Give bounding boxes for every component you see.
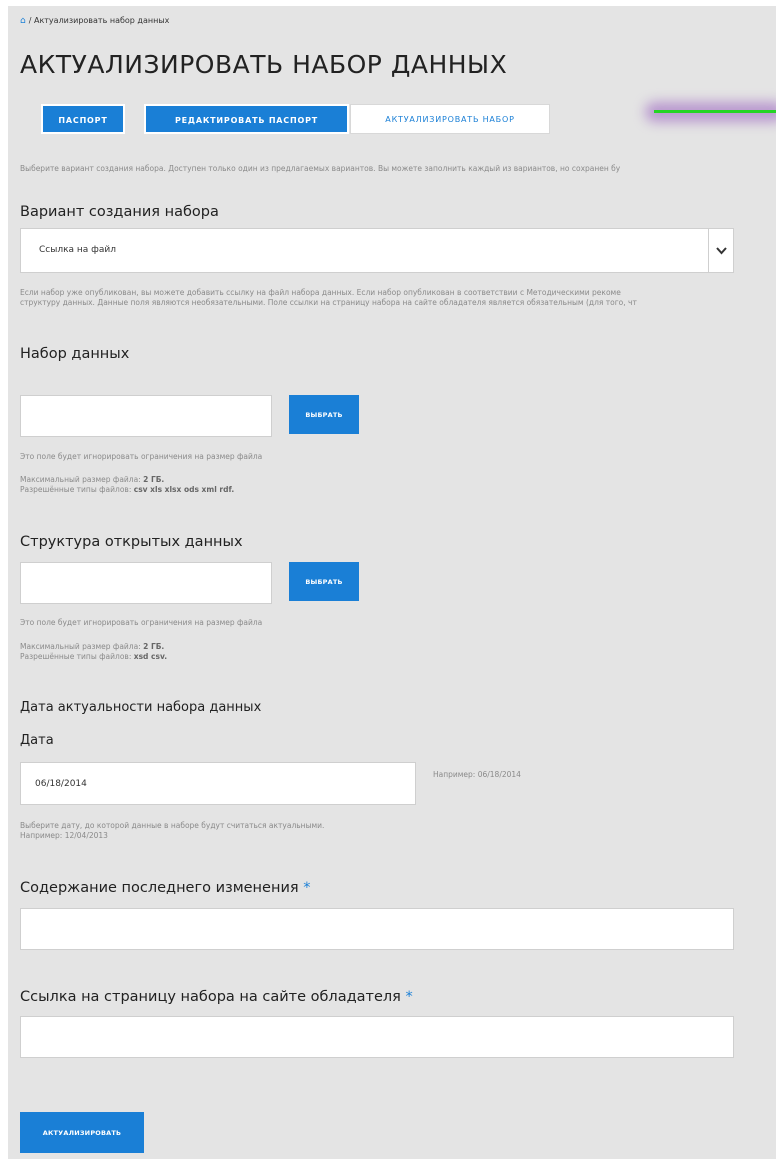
structure-label: Структура открытых данных (20, 534, 243, 550)
date-hint-line2: Например: 12/04/2013 (20, 831, 108, 840)
variant-hint-line1: Если набор уже опубликован, вы можете до… (20, 288, 621, 297)
date-label: Дата (20, 733, 54, 748)
structure-choose-button[interactable]: ВЫБРАТЬ (289, 562, 359, 601)
last-change-label-text: Содержание последнего изменения (20, 880, 299, 896)
owner-link-input[interactable] (20, 1016, 734, 1058)
intro-hint: Выберите вариант создания набора. Доступ… (20, 164, 621, 173)
variant-hint-line2: структуру данных. Данные поля являются н… (20, 298, 637, 307)
home-icon[interactable]: ⌂ (20, 16, 26, 26)
tab-edit-passport[interactable]: РЕДАКТИРОВАТЬ ПАСПОРТ (144, 104, 349, 134)
owner-link-label: Ссылка на страницу набора на сайте облад… (20, 989, 413, 1005)
structure-allowed-types: Разрешённые типы файлов: xsd csv. (20, 652, 167, 662)
required-mark: * (303, 880, 311, 896)
tab-update-dataset[interactable]: АКТУАЛИЗИРОВАТЬ НАБОР (350, 104, 550, 134)
dataset-max-size-label: Максимальный размер файла: (20, 475, 141, 484)
date-example: Например: 06/18/2014 (433, 770, 521, 779)
highlight-line (654, 110, 776, 113)
dataset-allowed-label: Разрешённые типы файлов: (20, 485, 132, 494)
structure-max-size-value: 2 ГБ. (143, 642, 165, 651)
structure-hint-ignore: Это поле будет игнорировать ограничения … (20, 618, 263, 627)
dataset-choose-button[interactable]: ВЫБРАТЬ (289, 395, 359, 434)
variant-select-value: Ссылка на файл (39, 245, 116, 255)
chevron-down-icon[interactable] (708, 229, 733, 272)
structure-max-size: Максимальный размер файла: 2 ГБ. (20, 642, 164, 652)
date-input[interactable]: 06/18/2014 (20, 762, 416, 805)
page-title: АКТУАЛИЗИРОВАТЬ НАБОР ДАННЫХ (20, 50, 508, 79)
owner-link-label-text: Ссылка на страницу набора на сайте облад… (20, 989, 401, 1005)
dataset-max-size-value: 2 ГБ. (143, 475, 165, 484)
dataset-file-field[interactable] (20, 395, 272, 437)
last-change-label: Содержание последнего изменения * (20, 880, 310, 896)
breadcrumb-current: Актуализировать набор данных (33, 16, 170, 25)
update-submit-button[interactable]: АКТУАЛИЗИРОВАТЬ (20, 1112, 144, 1153)
page-content: ⌂ / Актуализировать набор данных АКТУАЛИЗ… (8, 6, 776, 1159)
dataset-max-size: Максимальный размер файла: 2 ГБ. (20, 475, 164, 485)
tab-passport[interactable]: ПАСПОРТ (41, 104, 125, 134)
dataset-allowed-types: Разрешённые типы файлов: csv xls xlsx od… (20, 485, 234, 495)
required-mark: * (405, 989, 413, 1005)
dataset-label: Набор данных (20, 346, 130, 362)
variant-label: Вариант создания набора (20, 204, 219, 220)
dataset-allowed-value: csv xls xlsx ods xml rdf. (133, 485, 235, 494)
last-change-input[interactable] (20, 908, 734, 950)
dataset-hint-ignore: Это поле будет игнорировать ограничения … (20, 452, 263, 461)
breadcrumb-separator: / (28, 16, 32, 25)
date-hint-line1: Выберите дату, до которой данные в набор… (20, 821, 325, 830)
date-input-value: 06/18/2014 (35, 779, 87, 789)
date-section-label: Дата актуальности набора данных (20, 700, 262, 715)
structure-max-size-label: Максимальный размер файла: (20, 642, 141, 651)
structure-allowed-label: Разрешённые типы файлов: (20, 652, 132, 661)
structure-file-field[interactable] (20, 562, 272, 604)
structure-allowed-value: xsd csv. (133, 652, 168, 661)
breadcrumb: ⌂ / Актуализировать набор данных (20, 16, 169, 26)
variant-select[interactable]: Ссылка на файл (20, 228, 734, 273)
